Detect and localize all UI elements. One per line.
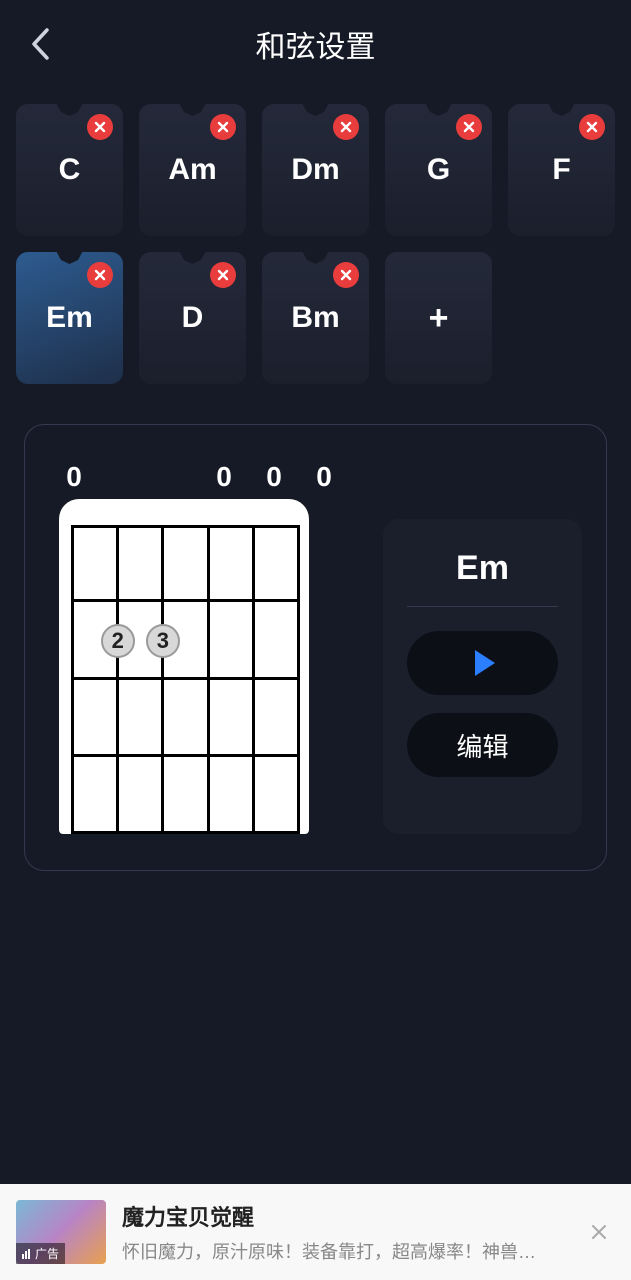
ad-title: 魔力宝贝觉醒 [122,1200,567,1232]
chord-detail-panel: 0000 23 Em 编辑 [24,424,607,871]
ad-banner[interactable]: 广告 魔力宝贝觉醒 怀旧魔力，原汁原味！装备靠打，超高爆率！神兽… [0,1184,631,1280]
chord-chip-label: D [182,301,204,335]
fret-line [71,831,297,834]
string-line [116,525,119,834]
string-line [161,525,164,834]
chord-chip-label: G [427,153,450,187]
play-icon [475,650,495,676]
delete-chord-button[interactable] [87,114,113,140]
chord-chip-dm[interactable]: Dm [262,104,369,236]
open-string-marker: 0 [199,461,249,495]
close-icon [586,121,598,133]
delete-chord-button[interactable] [456,114,482,140]
chord-chip-g[interactable]: G [385,104,492,236]
fretboard-grid: 23 [71,525,297,834]
open-string-marker: 0 [299,461,349,495]
chord-chip-label: Em [46,301,93,335]
close-icon [463,121,475,133]
open-string-marker: 0 [249,461,299,495]
chord-actions-panel: Em 编辑 [383,519,582,834]
chord-chip-label: C [59,153,81,187]
chord-chip-d[interactable]: D [139,252,246,384]
chord-chip-em[interactable]: Em [16,252,123,384]
ad-badge-text: 广告 [35,1245,59,1262]
chord-chip-label: F [552,153,570,187]
string-line [207,525,210,834]
ad-close-button[interactable] [583,1216,615,1248]
chord-grid: C Am Dm G F Em D Bm + [0,88,631,384]
close-icon [94,269,106,281]
delete-chord-button[interactable] [210,114,236,140]
string-line [71,525,74,834]
fret-line [71,599,297,602]
string-line [252,525,255,834]
finger-dot: 2 [101,624,135,658]
close-icon [589,1222,609,1242]
page-title: 和弦设置 [0,22,631,66]
string-line [297,525,300,834]
ad-thumbnail: 广告 [16,1200,106,1264]
open-string-marker: 0 [49,461,99,495]
close-icon [340,121,352,133]
fret-line [71,677,297,680]
add-chord-button[interactable]: + [385,252,492,384]
open-string-labels: 0000 [49,461,349,499]
back-button[interactable] [20,24,60,64]
delete-chord-button[interactable] [87,262,113,288]
divider [407,606,558,607]
delete-chord-button[interactable] [333,262,359,288]
ad-description: 怀旧魔力，原汁原味！装备靠打，超高爆率！神兽… [122,1238,567,1264]
chord-chip-label: Bm [291,301,339,335]
close-icon [94,121,106,133]
chord-chip-f[interactable]: F [508,104,615,236]
chord-chip-am[interactable]: Am [139,104,246,236]
open-string-marker [149,461,199,495]
selected-chord-name: Em [456,549,509,588]
finger-dot: 3 [146,624,180,658]
ad-text: 魔力宝贝觉醒 怀旧魔力，原汁原味！装备靠打，超高爆率！神兽… [122,1200,567,1264]
close-icon [340,269,352,281]
ad-logo-icon [22,1249,32,1259]
chord-chip-bm[interactable]: Bm [262,252,369,384]
open-string-marker [99,461,149,495]
ad-badge: 广告 [16,1243,65,1264]
chord-chip-c[interactable]: C [16,104,123,236]
fret-line [71,754,297,757]
close-icon [217,121,229,133]
delete-chord-button[interactable] [210,262,236,288]
play-button[interactable] [407,631,558,695]
edit-button[interactable]: 编辑 [407,713,558,777]
fretboard: 23 [59,499,309,834]
close-icon [217,269,229,281]
chevron-left-icon [29,27,51,61]
delete-chord-button[interactable] [333,114,359,140]
chord-chip-label: Am [168,153,216,187]
fretboard-container: 0000 23 [49,461,349,834]
chord-chip-label: Dm [291,153,339,187]
delete-chord-button[interactable] [579,114,605,140]
